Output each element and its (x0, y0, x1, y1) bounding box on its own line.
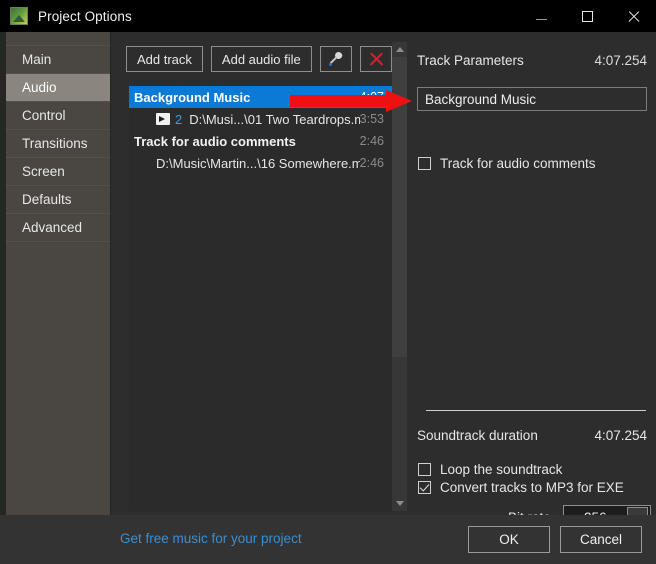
table-row[interactable]: D:\Music\Martin...\16 Somewhere.mp3 2:46 (129, 152, 392, 174)
close-button[interactable] (610, 0, 656, 32)
sidebar-item-label: Defaults (22, 192, 72, 207)
minimize-icon (535, 19, 547, 20)
track-name-input[interactable] (417, 87, 647, 111)
sidebar-item-advanced[interactable]: Advanced (6, 214, 110, 242)
sidebar-item-screen[interactable]: Screen (6, 158, 110, 186)
sidebar-item-transitions[interactable]: Transitions (6, 130, 110, 158)
settings-sidebar: Main Audio Control Transitions Screen De… (6, 32, 111, 515)
checkbox-box (418, 463, 431, 476)
arrow-right-chip-icon (156, 113, 170, 125)
maximize-button[interactable] (564, 0, 610, 32)
audio-toolbar: Add track Add audio file (126, 46, 392, 72)
title-bar: Project Options (0, 0, 656, 32)
maximize-icon (581, 10, 593, 22)
sidebar-item-main[interactable]: Main (6, 46, 110, 74)
get-free-music-link[interactable]: Get free music for your project (120, 531, 302, 546)
table-row[interactable]: Background Music 4:07 (129, 86, 392, 108)
project-options-window: Project Options Main Audio Control Trans… (0, 0, 656, 564)
track-parameters-duration: 4:07.254 (594, 53, 647, 68)
sidebar-item-label: Transitions (22, 136, 88, 151)
track-file-path: D:\Music\Martin...\16 Somewhere.mp3 (156, 155, 360, 171)
track-duration: 4:07 (359, 90, 384, 104)
minimize-button[interactable] (518, 0, 564, 32)
record-voice-button[interactable] (319, 46, 352, 72)
track-parameters-panel: Track Parameters 4:07.254 Track for audi… (408, 32, 656, 529)
soundtrack-duration-value: 4:07.254 (594, 428, 647, 443)
sidebar-top-spacer (6, 32, 110, 46)
scroll-up-button[interactable] (392, 42, 407, 57)
sidebar-item-label: Main (22, 52, 52, 67)
soundtrack-duration-label: Soundtrack duration (417, 428, 538, 443)
track-parameters-title: Track Parameters (417, 53, 524, 68)
checkbox-label: Track for audio comments (440, 156, 596, 171)
scroll-down-arrow-icon (395, 501, 404, 506)
table-row[interactable]: 2 D:\Musi...\01 Two Teardrops.mp3 3:53 (129, 108, 392, 130)
delete-track-button[interactable] (359, 46, 392, 72)
track-parameters-header: Track Parameters 4:07.254 (417, 53, 647, 68)
track-name: Background Music (134, 89, 251, 105)
track-list-scrollbar[interactable] (392, 42, 407, 511)
track-sequence-number: 2 (175, 111, 183, 127)
dialog-footer: Get free music for your project OK Cance… (0, 515, 656, 564)
project-app-icon (10, 7, 28, 25)
track-duration: 2:46 (359, 134, 384, 148)
microphone-icon (328, 50, 344, 67)
panel-divider (426, 410, 646, 411)
checkbox-box (418, 481, 431, 494)
sidebar-item-audio[interactable]: Audio (6, 74, 110, 102)
scroll-up-arrow-icon (395, 47, 404, 52)
sidebar-item-label: Advanced (22, 220, 83, 235)
sidebar-item-defaults[interactable]: Defaults (6, 186, 110, 214)
sidebar-item-label: Audio (22, 80, 57, 95)
track-file-path: D:\Musi...\01 Two Teardrops.mp3 (189, 111, 360, 127)
track-duration: 3:53 (359, 112, 384, 126)
track-duration: 2:46 (359, 156, 384, 170)
track-for-audio-comments-checkbox[interactable]: Track for audio comments (418, 156, 596, 171)
sidebar-item-control[interactable]: Control (6, 102, 110, 130)
add-audio-file-button[interactable]: Add audio file (210, 46, 312, 72)
cancel-button[interactable]: Cancel (560, 526, 642, 553)
add-track-button[interactable]: Add track (126, 46, 203, 72)
checkbox-label: Convert tracks to MP3 for EXE (440, 480, 624, 495)
checkbox-label: Loop the soundtrack (440, 462, 563, 477)
loop-the-soundtrack-checkbox[interactable]: Loop the soundtrack (418, 462, 562, 477)
ok-button[interactable]: OK (468, 526, 550, 553)
track-list[interactable]: Background Music 4:07 2 D:\Musi...\01 Tw… (129, 86, 392, 511)
soundtrack-duration-row: Soundtrack duration 4:07.254 (417, 428, 647, 443)
sidebar-item-label: Control (22, 108, 66, 123)
sidebar-item-label: Screen (22, 164, 65, 179)
table-row[interactable]: Track for audio comments 2:46 (129, 130, 392, 152)
red-x-delete-icon (368, 51, 384, 67)
close-icon (627, 10, 640, 23)
window-title: Project Options (38, 8, 132, 24)
track-name: Track for audio comments (134, 133, 296, 149)
checkbox-box (418, 157, 431, 170)
convert-tracks-to-mp3-checkbox[interactable]: Convert tracks to MP3 for EXE (418, 480, 624, 495)
scrollbar-thumb[interactable] (392, 57, 407, 357)
scroll-down-button[interactable] (392, 496, 407, 511)
